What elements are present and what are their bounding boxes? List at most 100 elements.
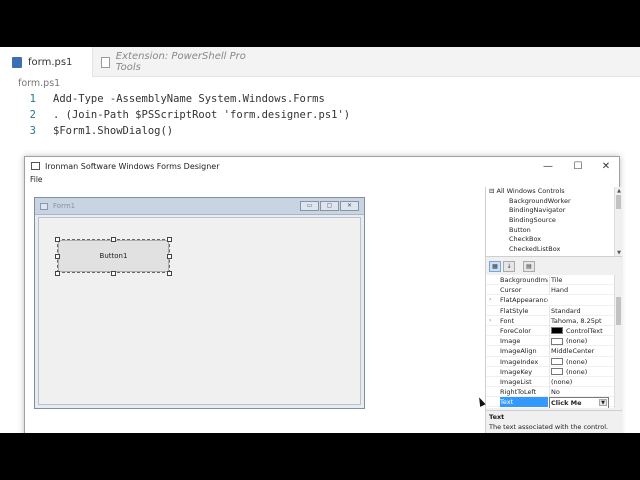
forms-designer-window: Ironman Software Windows Forms Designer …: [24, 156, 622, 433]
property-value[interactable]: Tahoma, 8.25pt: [549, 315, 609, 326]
property-name: FlatAppearance: [500, 296, 548, 305]
scroll-up-icon[interactable]: ▲: [615, 187, 622, 195]
dropdown-arrow-icon[interactable]: ▼: [599, 399, 607, 407]
property-value[interactable]: Standard: [549, 305, 609, 316]
form1-title-bar: Form1 ▭ ▢ ✕: [35, 198, 364, 215]
tree-root[interactable]: ⊟ All Windows Controls: [486, 187, 622, 197]
property-value-cell[interactable]: (none): [549, 366, 609, 377]
resize-handle[interactable]: [111, 237, 116, 242]
resize-handle[interactable]: [55, 237, 60, 242]
menu-file[interactable]: File: [30, 175, 43, 184]
code-line: 2 . (Join-Path $PSScriptRoot 'form.desig…: [0, 107, 640, 123]
property-value: Click Me: [551, 399, 582, 408]
property-row[interactable]: › FlatAppearance: [486, 295, 622, 306]
property-row[interactable]: Cursor Hand: [486, 285, 622, 296]
property-value-cell[interactable]: (none): [549, 336, 609, 347]
expand-icon[interactable]: ›: [489, 316, 497, 326]
categorized-icon[interactable]: ▦: [489, 260, 501, 272]
minimize-button[interactable]: —: [533, 158, 563, 174]
property-name: Image: [500, 337, 521, 346]
property-row[interactable]: Image (none): [486, 336, 622, 347]
scroll-down-icon[interactable]: ▼: [615, 249, 622, 256]
property-row[interactable]: ImageList (none): [486, 376, 622, 388]
property-name: BackgroundIma: [500, 276, 548, 284]
resize-handle[interactable]: [55, 254, 60, 259]
resize-handle[interactable]: [111, 271, 116, 276]
description-title: Text: [489, 413, 505, 421]
property-value[interactable]: Hand: [549, 285, 609, 296]
property-value-cell[interactable]: (none): [549, 356, 609, 367]
description-body: The text associated with the control.: [489, 423, 609, 431]
designer-title-bar[interactable]: Ironman Software Windows Forms Designer …: [25, 157, 619, 175]
property-value: (none): [566, 357, 588, 366]
code-text: $Form1.ShowDialog(): [53, 125, 174, 137]
tab-extension-powershell-pro-tools[interactable]: Extension: PowerShell Pro Tools: [92, 47, 250, 77]
image-swatch: [551, 368, 563, 376]
alphabetical-icon[interactable]: ↓: [503, 260, 515, 272]
color-swatch: [551, 327, 563, 335]
toolbox-scrollbar[interactable]: ▲ ▼: [614, 187, 622, 256]
resize-handle[interactable]: [167, 254, 172, 259]
close-button[interactable]: ✕: [591, 158, 621, 174]
property-name: RightToLeft: [500, 388, 537, 397]
property-row[interactable]: ImageIndex (none): [486, 356, 622, 367]
property-row[interactable]: BackgroundIma Tile: [486, 275, 622, 286]
property-value: (none): [566, 337, 588, 346]
scroll-thumb[interactable]: [616, 297, 621, 325]
expand-icon[interactable]: ›: [489, 295, 497, 305]
property-row[interactable]: ForeColor ControlText: [486, 325, 622, 337]
property-name: ImageList: [500, 377, 532, 386]
property-value: (none): [566, 367, 588, 376]
resize-handle[interactable]: [55, 271, 60, 276]
property-pages-icon[interactable]: ▤: [523, 260, 535, 272]
property-name: Cursor: [500, 286, 522, 295]
breadcrumb[interactable]: form.ps1: [18, 78, 60, 89]
property-row[interactable]: FlatStyle Standard: [486, 305, 622, 316]
property-grid-scrollbar[interactable]: [614, 275, 622, 408]
tree-item[interactable]: Button: [486, 226, 622, 236]
tree-item[interactable]: BindingNavigator: [486, 206, 622, 216]
code-text: . (Join-Path $PSScriptRoot 'form.designe…: [53, 109, 351, 121]
property-row[interactable]: ImageAlign MiddleCenter: [486, 346, 622, 357]
design-surface[interactable]: Form1 ▭ ▢ ✕ Button1: [25, 187, 485, 433]
right-panel: ⊟ All Windows Controls BackgroundWorker …: [485, 187, 622, 433]
tree-item[interactable]: CheckedListBox: [486, 245, 622, 255]
property-value[interactable]: MiddleCenter: [549, 346, 609, 357]
code-line: 1 Add-Type -AssemblyName System.Windows.…: [0, 91, 640, 107]
property-row[interactable]: ImageKey (none): [486, 366, 622, 377]
property-value-cell[interactable]: ControlText: [549, 325, 609, 337]
tree-item[interactable]: CheckBox: [486, 235, 622, 245]
maximize-button[interactable]: ☐: [563, 158, 593, 174]
code-editor[interactable]: 1 Add-Type -AssemblyName System.Windows.…: [0, 91, 640, 139]
vscode-screen: form.ps1 Extension: PowerShell Pro Tools…: [0, 47, 640, 433]
resize-handle[interactable]: [167, 271, 172, 276]
tree-item[interactable]: BackgroundWorker: [486, 197, 622, 207]
property-row[interactable]: › Font Tahoma, 8.25pt: [486, 315, 622, 326]
property-value-input[interactable]: Click Me ▼: [549, 397, 609, 408]
property-value[interactable]: Tile: [549, 275, 609, 286]
form-close-icon: ✕: [340, 201, 359, 211]
form1-title: Form1: [53, 202, 76, 210]
property-name: FlatStyle: [500, 306, 529, 315]
property-row[interactable]: RightToLeft No: [486, 387, 622, 398]
scroll-thumb[interactable]: [616, 195, 621, 209]
editor-tab-bar: form.ps1 Extension: PowerShell Pro Tools: [0, 47, 640, 77]
form1-client-area[interactable]: Button1: [38, 217, 361, 405]
property-name: ForeColor: [500, 326, 531, 335]
form-minimize-icon: ▭: [300, 201, 319, 211]
document-icon: [101, 56, 110, 68]
tab-label: form.ps1: [28, 56, 73, 68]
line-number: 2: [29, 109, 36, 121]
property-value: ControlText: [566, 326, 603, 335]
resize-handle[interactable]: [167, 237, 172, 242]
tab-form-ps1[interactable]: form.ps1: [0, 47, 92, 77]
powershell-file-icon: [12, 56, 22, 68]
property-value[interactable]: No: [549, 387, 609, 398]
property-value[interactable]: (none): [549, 376, 609, 388]
image-swatch: [551, 358, 563, 365]
line-number: 1: [29, 93, 36, 105]
property-row-selected[interactable]: Text Click Me ▼: [486, 397, 622, 408]
form1-preview[interactable]: Form1 ▭ ▢ ✕ Button1: [34, 197, 365, 409]
tree-item[interactable]: BindingSource: [486, 216, 622, 226]
property-description: Text The text associated with the contro…: [486, 410, 622, 433]
